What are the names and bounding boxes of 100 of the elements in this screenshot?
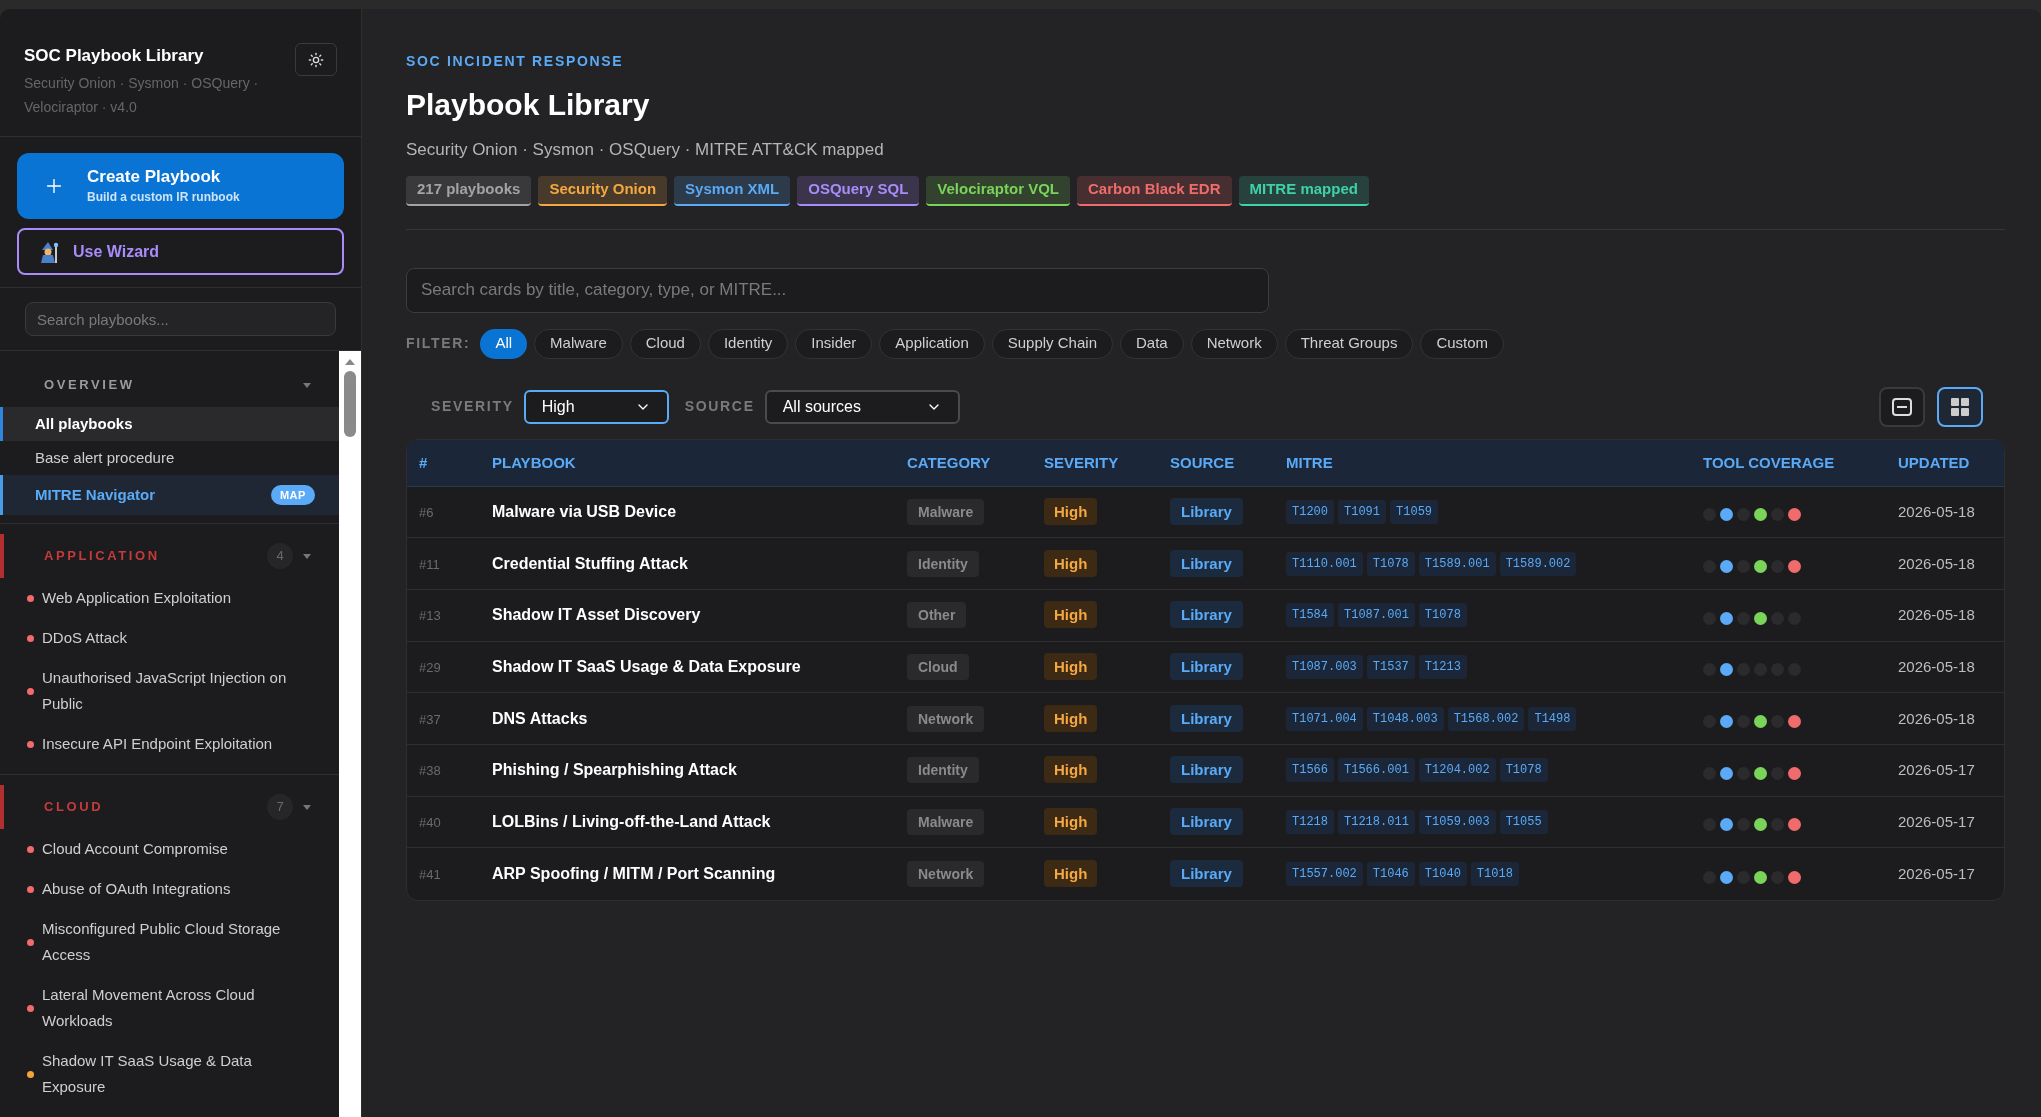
mitre-tag[interactable]: T1537 xyxy=(1366,654,1415,679)
filter-chip[interactable]: Application xyxy=(879,328,985,359)
playbook-name[interactable]: ARP Spoofing / MITM / Port Scanning xyxy=(492,865,776,883)
row-id: #29 xyxy=(419,659,441,675)
playbook-name[interactable]: Credential Stuffing Attack xyxy=(492,554,688,572)
column-header: MITRE xyxy=(1286,453,1333,471)
filter-chip[interactable]: Supply Chain xyxy=(991,328,1113,359)
column-header: SOURCE xyxy=(1170,453,1235,471)
severity-tag: High xyxy=(1044,860,1098,888)
playbook-name[interactable]: DNS Attacks xyxy=(492,709,588,727)
search-field[interactable]: Search cards by title, category, type, or MITRE... xyxy=(406,267,1269,313)
mitre-tag[interactable]: T1040 xyxy=(1418,862,1467,887)
scroll-thumb[interactable] xyxy=(344,371,356,437)
scrollbar[interactable] xyxy=(339,351,361,1117)
playbook-name[interactable]: Shadow IT Asset Discovery xyxy=(492,606,701,624)
playbook-link[interactable]: Shadow IT SaaS Usage & Data Exposure xyxy=(0,1041,339,1107)
mitre-tag[interactable]: T1568.002 xyxy=(1447,706,1525,731)
row-id: #6 xyxy=(419,504,434,520)
playbook-name[interactable]: Phishing / Spearphishing Attack xyxy=(492,761,737,779)
updated-date: 2026-05-18 xyxy=(1898,709,1975,727)
mitre-tag[interactable]: T1566.001 xyxy=(1338,758,1415,783)
eyebrow-label: SOC INCIDENT RESPONSE xyxy=(406,52,625,71)
filter-chip[interactable]: Custom xyxy=(1420,328,1505,359)
mitre-tag[interactable]: T1110.001 xyxy=(1286,551,1363,576)
mitre-tag[interactable]: T1055 xyxy=(1499,809,1548,834)
filter-chip[interactable]: Insider xyxy=(795,328,873,359)
mitre-tag[interactable]: T1498 xyxy=(1528,706,1577,731)
category-tag: Identity xyxy=(907,757,979,784)
filter-chip[interactable]: All xyxy=(480,328,528,359)
wizard-icon xyxy=(39,240,59,263)
mitre-tag[interactable]: T1584 xyxy=(1286,603,1334,628)
playbook-link[interactable]: Cloud Account Compromise xyxy=(0,829,339,869)
category-tag: Other xyxy=(907,602,967,629)
mitre-tag[interactable]: T1218 xyxy=(1286,809,1334,834)
select-field[interactable]: All sources xyxy=(764,389,960,424)
playbook-link[interactable]: Insecure API Endpoint Exploitation xyxy=(0,724,339,764)
mitre-tag[interactable]: T1087.001 xyxy=(1338,603,1415,628)
mitre-tag[interactable]: T1566 xyxy=(1286,758,1334,783)
row-id: #40 xyxy=(419,814,441,830)
mitre-tag[interactable]: T1557.002 xyxy=(1286,862,1363,887)
view-toggle-button[interactable] xyxy=(1937,386,1983,427)
playbook-link[interactable]: DDoS Attack xyxy=(0,618,339,658)
playbook-name[interactable]: Malware via USB Device xyxy=(492,502,677,520)
mitre-tag[interactable]: T1078 xyxy=(1366,551,1415,576)
severity-tag: High xyxy=(1044,756,1098,784)
page-subtitle: Security Onion · Sysmon · OSQuery · MITRE ATT&CK mapped xyxy=(406,139,885,161)
row-id: #37 xyxy=(419,711,441,727)
playbook-link[interactable]: Web Application Exploitation xyxy=(0,578,339,618)
mitre-tag[interactable]: T1078 xyxy=(1418,603,1467,628)
mitre-tag[interactable]: T1087.003 xyxy=(1286,654,1363,679)
theme-toggle[interactable] xyxy=(295,43,337,76)
mitre-tag[interactable]: T1200 xyxy=(1286,499,1334,524)
mitre-tag[interactable]: T1213 xyxy=(1418,654,1467,679)
filter-chip[interactable]: Threat Groups xyxy=(1284,328,1414,359)
mitre-tag[interactable]: T1091 xyxy=(1338,499,1387,524)
nav-item[interactable]: Base alert procedure xyxy=(0,441,339,475)
severity-tag: High xyxy=(1044,704,1098,732)
mitre-tag[interactable]: T1204.002 xyxy=(1418,758,1496,783)
severity-tag: High xyxy=(1044,601,1098,629)
column-header: UPDATED xyxy=(1898,453,1970,471)
filter-chip[interactable]: Malware xyxy=(534,328,623,359)
playbook-link[interactable]: Abuse of OAuth Integrations xyxy=(0,869,339,909)
collapse-toggle[interactable] xyxy=(303,553,311,559)
mitre-tag[interactable]: T1078 xyxy=(1499,758,1548,783)
grid-view-icon xyxy=(1949,395,1971,418)
filter-label: FILTER: xyxy=(406,334,471,353)
collapse-toggle[interactable] xyxy=(303,382,311,388)
select-field[interactable]: High xyxy=(523,389,669,424)
mitre-tag[interactable]: T1048.003 xyxy=(1366,706,1444,731)
filter-chip[interactable]: Data xyxy=(1120,328,1184,359)
playbook-link[interactable]: Lateral Movement Across Cloud Workloads xyxy=(0,975,339,1041)
create-playbook-button[interactable]: Create Playbook Build a custom IR runbook xyxy=(17,153,344,219)
mitre-tag[interactable]: T1018 xyxy=(1470,862,1519,887)
playbook-title: Shadow IT SaaS Usage & Data Exposure xyxy=(42,1051,253,1097)
page-title: Playbook Library xyxy=(406,87,651,123)
sidebar-search-field[interactable]: Search playbooks... xyxy=(25,302,336,336)
nav-label: MITRE Navigator xyxy=(35,484,155,505)
mitre-tag[interactable]: T1046 xyxy=(1366,862,1415,887)
wizard-button[interactable]: Use Wizard xyxy=(17,228,344,275)
updated-date: 2026-05-17 xyxy=(1898,761,1975,779)
playbook-link[interactable]: Unauthorised JavaScript Injection on Public xyxy=(0,658,339,724)
playbook-name[interactable]: LOLBins / Living-off-the-Land Attack xyxy=(492,812,771,830)
playbook-link[interactable]: Misconfigured Public Cloud Storage Access xyxy=(0,909,339,975)
mitre-tag[interactable]: T1589.001 xyxy=(1418,551,1496,576)
mitre-tag[interactable]: T1589.002 xyxy=(1499,551,1577,576)
mitre-tag[interactable]: T1218.011 xyxy=(1338,809,1415,834)
category-tag: Network xyxy=(907,861,985,888)
collapse-toggle[interactable] xyxy=(303,804,311,810)
view-toggle-button[interactable] xyxy=(1879,386,1925,427)
filter-chip[interactable]: Network xyxy=(1190,328,1278,359)
mitre-tag[interactable]: T1059.003 xyxy=(1418,809,1496,834)
mitre-tag[interactable]: T1059 xyxy=(1390,499,1439,524)
category-tag: Cloud xyxy=(907,653,969,680)
nav-item[interactable]: All playbooks xyxy=(0,407,339,441)
filter-chip[interactable]: Cloud xyxy=(629,328,701,359)
nav-item[interactable]: MITRE Navigator MAP xyxy=(0,475,339,515)
mitre-tag[interactable]: T1071.004 xyxy=(1286,706,1363,731)
playbook-name[interactable]: Shadow IT SaaS Usage & Data Exposure xyxy=(492,657,801,675)
column-header: TOOL COVERAGE xyxy=(1703,453,1835,471)
filter-chip[interactable]: Identity xyxy=(707,328,789,359)
